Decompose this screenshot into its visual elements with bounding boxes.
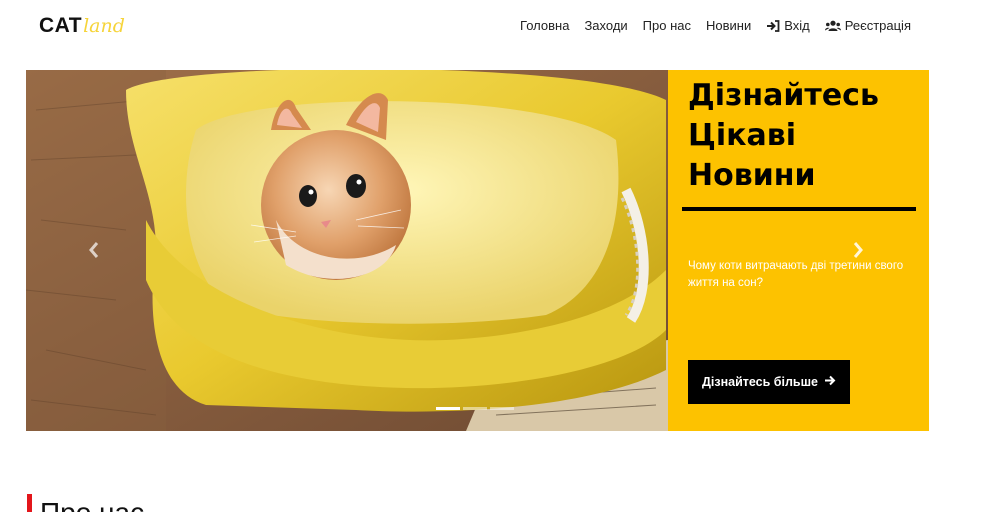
hero-description: Чому коти витрачають дві третини свого ж… (688, 260, 904, 289)
nav-item-label: Реєстрація (844, 18, 911, 33)
carousel-indicator[interactable] (463, 407, 487, 410)
logo-script-text: land (83, 15, 125, 37)
nav-item-label: Заходи (584, 18, 628, 33)
nav-item-label: Новини (706, 18, 752, 33)
nav-item-label: Вхід (784, 18, 810, 33)
hero-title-line: Цікаві (688, 118, 796, 153)
about-section-heading: Про нас (27, 494, 144, 512)
hero-carousel: Дізнайтесь Цікаві Новини Чому коти витра… (26, 70, 929, 431)
hero-divider (682, 207, 916, 211)
users-icon (824, 20, 841, 32)
nav-item-register[interactable]: Реєстрація (824, 18, 911, 33)
hero-title-line: Новини (688, 158, 816, 193)
nav-item-label: Головна (520, 18, 570, 33)
sign-in-icon (766, 19, 780, 32)
logo-main-text: CAT (39, 14, 83, 37)
chevron-left-icon (88, 242, 100, 263)
carousel-indicator[interactable] (490, 407, 514, 410)
section-accent-bar (27, 494, 32, 512)
carousel-prev-button[interactable] (88, 241, 100, 264)
carousel-indicator[interactable] (436, 407, 460, 410)
nav-item-home[interactable]: Головна (520, 18, 569, 33)
section-title: Про нас (40, 498, 144, 512)
learn-more-label: Дізнайтесь більше (702, 375, 818, 389)
hero-text-panel: Дізнайтесь Цікаві Новини Чому коти витра… (668, 70, 929, 431)
hero-title: Дізнайтесь Цікаві Новини (688, 76, 928, 196)
main-nav: Головна Заходи Про нас Новини Вхід Реєст… (520, 18, 911, 33)
nav-item-news[interactable]: Новини (706, 18, 751, 33)
carousel-next-button[interactable] (852, 241, 864, 264)
nav-item-about[interactable]: Про нас (643, 18, 691, 33)
hero-kitten-image (26, 70, 668, 431)
nav-item-events[interactable]: Заходи (584, 18, 627, 33)
nav-item-login[interactable]: Вхід (766, 18, 810, 33)
carousel-indicators (436, 407, 514, 410)
learn-more-button[interactable]: Дізнайтесь більше (688, 360, 850, 404)
arrow-right-icon (824, 375, 836, 389)
chevron-right-icon (852, 242, 864, 263)
logo[interactable]: CAT land (39, 14, 125, 38)
hero-title-line: Дізнайтесь (688, 78, 879, 113)
site-header: CAT land Головна Заходи Про нас Новини В… (0, 0, 1004, 56)
nav-item-label: Про нас (642, 18, 691, 33)
